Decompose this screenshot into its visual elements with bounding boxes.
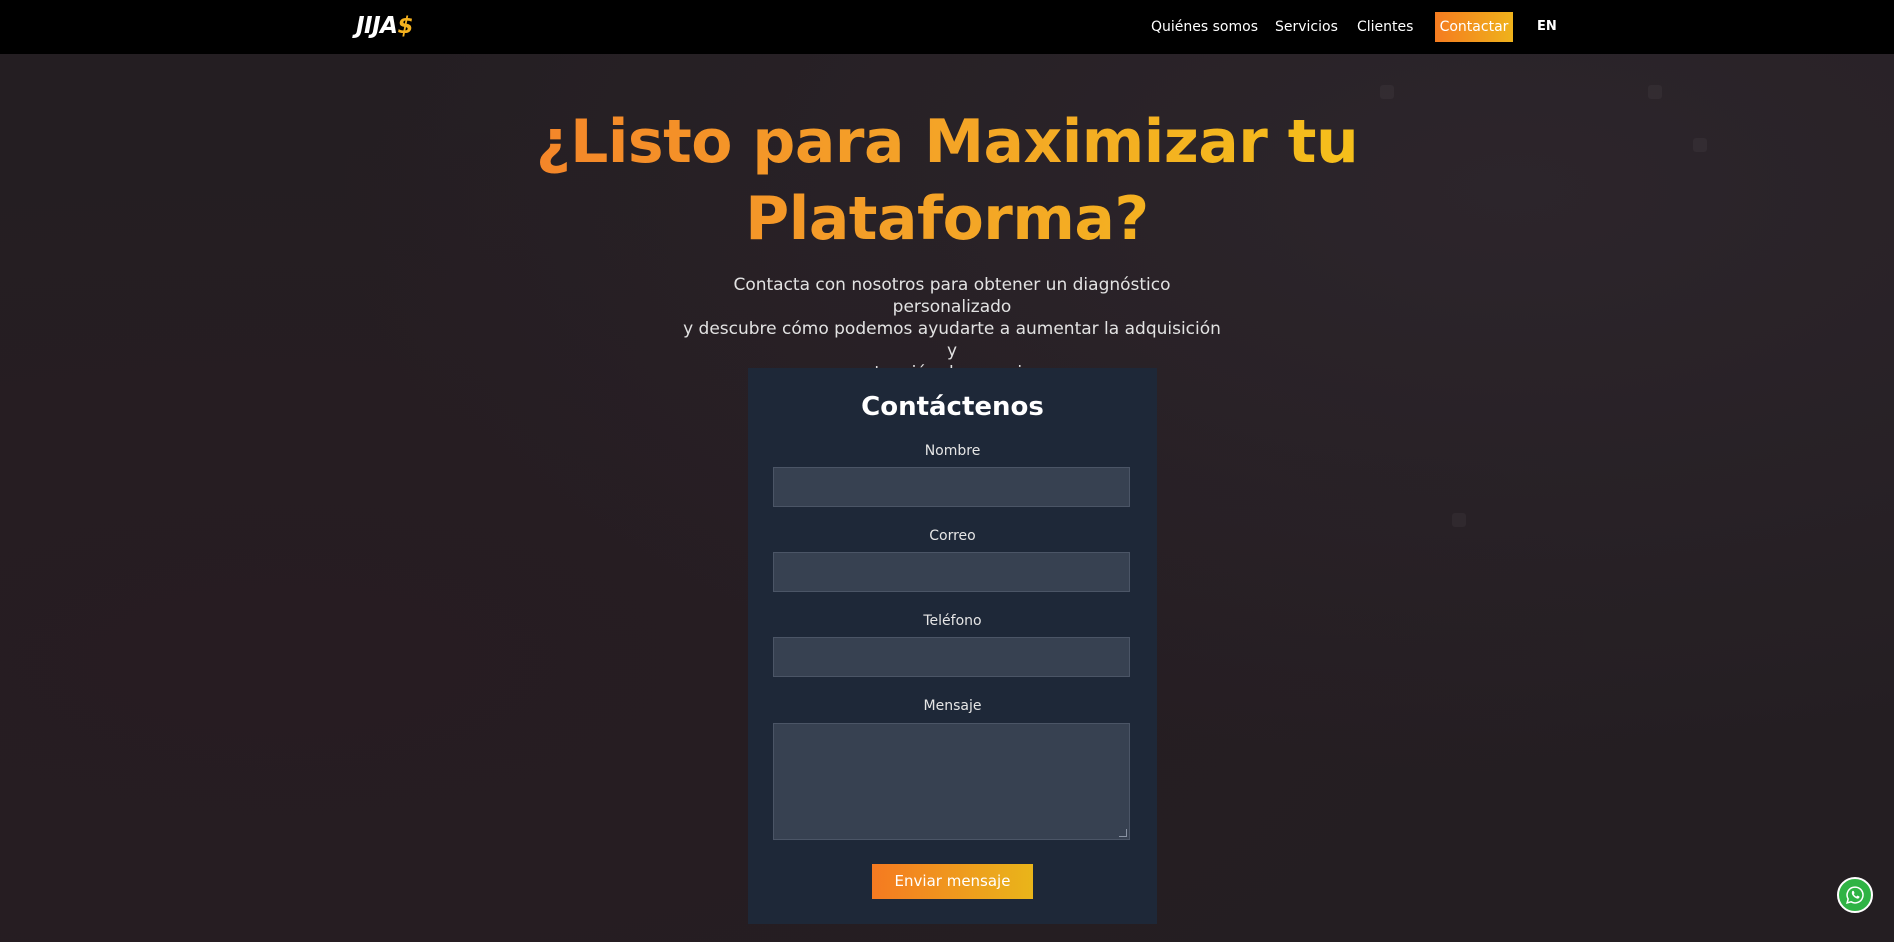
contactar-button[interactable]: Contactar — [1435, 12, 1513, 42]
language-toggle[interactable]: EN — [1537, 17, 1557, 37]
mensaje-textarea[interactable] — [773, 723, 1130, 840]
telefono-label: Teléfono — [923, 613, 982, 629]
logo-text: JIJA — [356, 13, 398, 39]
enviar-mensaje-button[interactable]: Enviar mensaje — [872, 864, 1033, 899]
nav-link-clientes[interactable]: Clientes — [1357, 17, 1413, 37]
correo-label: Correo — [929, 528, 976, 544]
nav-link-servicios[interactable]: Servicios — [1275, 17, 1338, 37]
nav-link-quienes-somos[interactable]: Quiénes somos — [1151, 17, 1258, 37]
logo[interactable]: JIJA$ — [356, 11, 413, 41]
background-dot — [1452, 513, 1466, 527]
logo-dollar: $ — [397, 13, 413, 39]
nombre-label: Nombre — [924, 443, 981, 459]
background-dot — [1693, 138, 1707, 152]
telefono-field[interactable] — [773, 637, 1130, 677]
whatsapp-icon — [1846, 886, 1864, 904]
resize-handle-icon[interactable] — [1119, 829, 1127, 837]
hero-subtitle-line-1: Contacta con nosotros para obtener un di… — [733, 275, 1171, 317]
mensaje-label: Mensaje — [923, 698, 982, 714]
form-title: Contáctenos — [861, 392, 1044, 422]
whatsapp-button[interactable] — [1837, 877, 1873, 913]
background-dot — [1648, 85, 1662, 99]
hero-title: ¿Listo para Maximizar tu Plataforma? — [447, 104, 1447, 258]
nombre-field[interactable] — [773, 467, 1130, 507]
hero-title-line-2: Plataforma? — [745, 184, 1149, 254]
background-dot — [1380, 85, 1394, 99]
hero-title-line-1: ¿Listo para Maximizar tu — [535, 107, 1359, 177]
contact-form: Contáctenos Nombre Correo Teléfono Mensa… — [748, 368, 1157, 924]
correo-field[interactable] — [773, 552, 1130, 592]
top-navbar: JIJA$ Quiénes somos Servicios Clientes C… — [0, 0, 1894, 54]
hero-subtitle-line-2: y descubre cómo podemos ayudarte a aumen… — [683, 319, 1221, 361]
